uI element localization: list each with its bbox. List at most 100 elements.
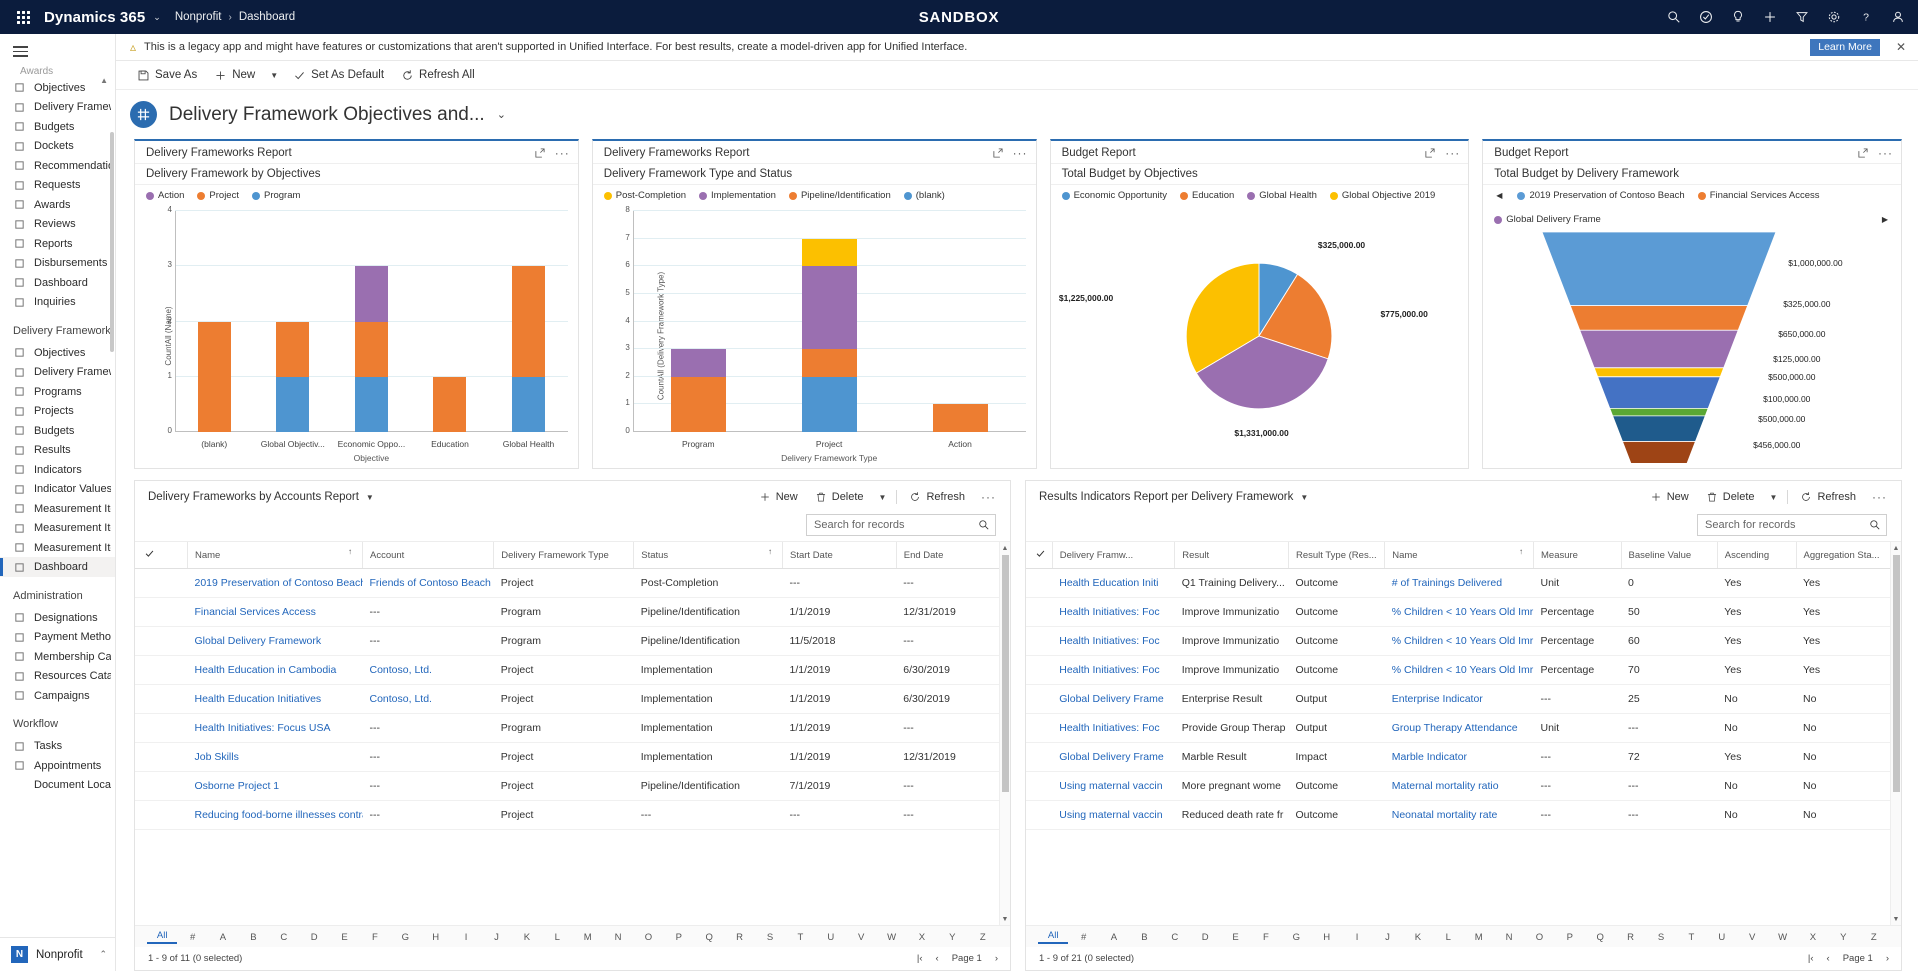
alphabet-filter-s[interactable]: S	[755, 932, 785, 943]
table-cell-link[interactable]: Group Therapy Attendance	[1384, 713, 1534, 743]
legend-item[interactable]: Project	[197, 190, 239, 201]
sidebar-item-dockets[interactable]: Dockets	[0, 136, 115, 156]
column-header[interactable]: Name ↑	[1384, 542, 1534, 569]
grid-delete-button[interactable]: Delete	[1699, 488, 1762, 506]
row-checkbox[interactable]	[1026, 626, 1053, 656]
column-header[interactable]: Result	[1174, 542, 1289, 569]
table-cell-link[interactable]: Health Education Initiatives	[187, 684, 363, 714]
scroll-up-icon[interactable]: ▲	[1891, 542, 1901, 554]
grid-delete-button[interactable]: Delete	[808, 488, 871, 506]
sidebar-item-payment-methods[interactable]: Payment Methods	[0, 627, 115, 647]
sidebar-item-delivery-frameworks[interactable]: Delivery Frameworks	[0, 362, 115, 382]
table-row[interactable]: Health Education in Cambodia Contoso, Ltd…	[135, 655, 1010, 685]
row-checkbox[interactable]	[135, 742, 188, 772]
table-cell-link[interactable]: 2019 Preservation of Contoso Beach...	[187, 568, 363, 598]
grid-overflow-icon[interactable]: ···	[1866, 490, 1893, 504]
page-prev-button[interactable]: ‹	[936, 953, 939, 964]
legend-item[interactable]: Education	[1180, 190, 1234, 201]
legend-item[interactable]: Financial Services Access	[1697, 190, 1820, 201]
alphabet-filter-q[interactable]: Q	[694, 932, 724, 943]
sidebar-item-tasks[interactable]: Tasks	[0, 736, 115, 756]
page-first-button[interactable]: |‹	[1808, 953, 1814, 964]
breadcrumb-dashboard[interactable]: Dashboard	[239, 11, 295, 23]
sidebar-item-budgets[interactable]: Budgets	[0, 421, 115, 441]
bar-segment[interactable]	[801, 238, 857, 267]
alphabet-filter-w[interactable]: W	[876, 932, 906, 943]
row-checkbox[interactable]	[1026, 771, 1053, 801]
search-icon[interactable]	[1660, 3, 1688, 31]
table-cell-link[interactable]: Friends of Contoso Beach	[362, 568, 494, 598]
bar-segment[interactable]	[197, 321, 231, 432]
set-as-default-button[interactable]: Set As Default	[286, 66, 391, 85]
column-header[interactable]: Account	[361, 542, 494, 569]
alphabet-filter-e[interactable]: E	[329, 932, 359, 943]
table-cell-link[interactable]: Global Delivery Framework	[187, 626, 363, 656]
row-checkbox[interactable]	[1026, 655, 1053, 685]
alphabet-filter-e[interactable]: E	[1220, 932, 1250, 943]
sidebar-item-objectives[interactable]: Objectives	[0, 343, 115, 363]
page-first-button[interactable]: |‹	[917, 953, 923, 964]
table-cell-link[interactable]: Contoso, Ltd.	[362, 655, 494, 685]
funnel-segment[interactable]	[1541, 231, 1776, 306]
column-header[interactable]: Result Type (Res...	[1287, 542, 1385, 569]
table-row[interactable]: Global Delivery Frame Marble Result Impact…	[1026, 742, 1901, 772]
funnel-segment[interactable]	[1593, 367, 1725, 378]
bar-stack[interactable]	[801, 211, 857, 432]
legend-item[interactable]: Action	[146, 190, 184, 201]
new-button[interactable]: New	[207, 66, 262, 85]
row-checkbox[interactable]	[135, 597, 188, 627]
select-all-checkbox[interactable]	[135, 542, 188, 569]
alphabet-filter-p[interactable]: P	[1555, 932, 1585, 943]
sidebar-item-inquiries[interactable]: Inquiries	[0, 292, 115, 312]
alphabet-filter-d[interactable]: D	[1190, 932, 1220, 943]
column-header[interactable]: Name ↑	[187, 542, 363, 569]
column-header[interactable]: Status ↑	[633, 542, 783, 569]
sidebar-item-measurement-item-r[interactable]: Measurement Item R	[0, 518, 115, 538]
alphabet-filter-v[interactable]: V	[846, 932, 876, 943]
sidebar-item-resources-catalog[interactable]: Resources Catalog	[0, 666, 115, 686]
table-cell-link[interactable]: Health Initiatives: Focus USA	[187, 713, 363, 743]
legend-item[interactable]: Global Delivery Frame	[1494, 214, 1601, 225]
alphabet-filter-n[interactable]: N	[603, 932, 633, 943]
lightbulb-icon[interactable]	[1724, 3, 1752, 31]
bar-stack[interactable]	[197, 211, 231, 432]
legend-prev-icon[interactable]: ◀	[1494, 191, 1504, 200]
bar-segment[interactable]	[670, 376, 726, 432]
bar-segment[interactable]	[512, 376, 546, 432]
row-checkbox[interactable]	[135, 655, 188, 685]
sidebar-item-appointments[interactable]: Appointments	[0, 756, 115, 776]
grid-vertical-scrollbar[interactable]: ▲ ▼	[999, 542, 1010, 925]
alphabet-filter-u[interactable]: U	[816, 932, 846, 943]
expand-icon[interactable]	[1857, 147, 1869, 159]
funnel-segment[interactable]	[1578, 329, 1739, 369]
table-cell-link[interactable]: Reducing food-borne illnesses contra	[187, 800, 363, 830]
grid-title-chevron-down-icon[interactable]: ▼	[366, 493, 374, 502]
sidebar-item-objectives[interactable]: Objectives	[0, 78, 115, 98]
new-chevron-down-icon[interactable]: ▼	[265, 67, 283, 84]
sidebar-item-delivery-frameworks[interactable]: Delivery Frameworks	[0, 97, 115, 117]
alphabet-filter-a[interactable]: A	[1099, 932, 1129, 943]
table-cell-link[interactable]: Neonatal mortality rate	[1384, 800, 1534, 830]
alphabet-filter-l[interactable]: L	[1433, 932, 1463, 943]
alphabet-filter-all[interactable]: All	[147, 930, 178, 944]
select-all-checkbox[interactable]	[1026, 542, 1053, 569]
page-next-button[interactable]: ›	[1886, 953, 1889, 964]
column-header[interactable]: Delivery Framework Type	[493, 542, 634, 569]
legend-next-icon[interactable]: ▶	[1880, 215, 1890, 224]
table-cell-link[interactable]: Contoso, Ltd.	[362, 684, 494, 714]
chevron-up-down-icon[interactable]: ⌃	[99, 949, 107, 960]
legend-item[interactable]: 2019 Preservation of Contoso Beach	[1517, 190, 1685, 201]
alphabet-filter-all[interactable]: All	[1038, 930, 1069, 944]
user-icon[interactable]	[1884, 3, 1912, 31]
close-icon[interactable]: ✕	[1888, 40, 1910, 54]
table-cell-link[interactable]: Health Initiatives: Foc	[1052, 655, 1175, 685]
table-cell-link[interactable]: Osborne Project 1	[187, 771, 363, 801]
tile-overflow-icon[interactable]: ···	[1445, 146, 1460, 160]
bar-segment[interactable]	[354, 321, 388, 377]
table-row[interactable]: Health Education Initi Q1 Training Delive…	[1026, 568, 1901, 598]
scroll-thumb[interactable]	[1002, 555, 1009, 793]
table-cell-link[interactable]: Maternal mortality ratio	[1384, 771, 1534, 801]
table-cell-link[interactable]: Health Education in Cambodia	[187, 655, 363, 685]
legend-item[interactable]: Global Objective 2019	[1329, 190, 1435, 201]
alphabet-filter-g[interactable]: G	[1281, 932, 1311, 943]
